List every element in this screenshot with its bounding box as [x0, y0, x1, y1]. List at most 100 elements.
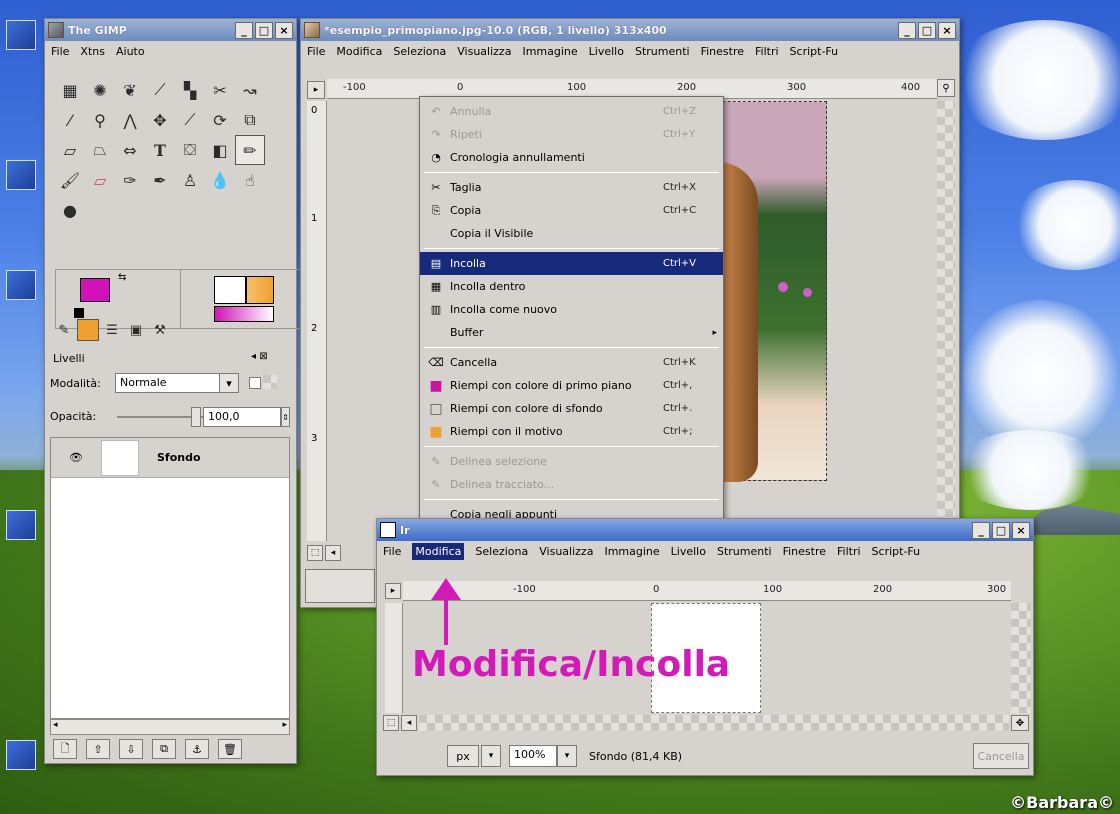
delete-layer-icon[interactable]: 🗑: [218, 739, 242, 759]
menu-filtri[interactable]: Filtri: [837, 545, 861, 558]
menu-immagine[interactable]: Immagine: [522, 45, 577, 58]
menu-item-cronologia-annullamenti[interactable]: ◔ Cronologia annullamenti: [420, 146, 723, 169]
minimize-button[interactable]: _: [972, 521, 990, 539]
menu-file[interactable]: File: [383, 545, 401, 558]
desktop-icon[interactable]: [6, 740, 46, 770]
rect-select-icon[interactable]: ▦: [55, 75, 85, 105]
layer-row[interactable]: 👁 Sfondo: [51, 438, 289, 478]
mode-dropdown[interactable]: Normale: [115, 373, 235, 393]
menu-item-riempi-con-colore-di-primo-piano[interactable]: ■ Riempi con colore di primo piano Ctrl+,: [420, 374, 723, 397]
perspective-icon[interactable]: ⏢: [85, 135, 115, 165]
crop-icon[interactable]: ⟋: [175, 105, 205, 135]
menu-item-ripeti[interactable]: ↷ Ripeti Ctrl+Y: [420, 123, 723, 146]
horizontal-scrollbar[interactable]: [419, 715, 1009, 731]
menu-livello[interactable]: Livello: [671, 545, 706, 558]
menu-item-cancella[interactable]: ⌫ Cancella Ctrl+K: [420, 351, 723, 374]
lasso-icon[interactable]: ❦: [115, 75, 145, 105]
move-icon[interactable]: ✥: [145, 105, 175, 135]
menu-seleziona[interactable]: Seleziona: [393, 45, 446, 58]
menu-script-fu[interactable]: Script-Fu: [872, 545, 921, 558]
unit-dropdown[interactable]: px: [447, 745, 479, 767]
tab-layers-icon[interactable]: [77, 319, 99, 341]
new-layer-icon[interactable]: 🗋: [53, 739, 77, 759]
menu-item-buffer[interactable]: Buffer ▸: [420, 321, 723, 344]
tab-channels-icon[interactable]: ☰: [101, 319, 123, 341]
desktop-icon[interactable]: [6, 20, 46, 50]
zoom-lock-icon[interactable]: ⚲: [937, 79, 955, 97]
menu-item-delinea-tracciato[interactable]: ✎ Delinea tracciato...: [420, 473, 723, 496]
menu-seleziona[interactable]: Seleziona: [475, 545, 528, 558]
anchor-layer-icon[interactable]: ⚓: [185, 739, 209, 759]
chevron-down-icon[interactable]: ▾: [557, 745, 577, 767]
pattern-preview[interactable]: [246, 276, 274, 304]
shear-icon[interactable]: ▱: [55, 135, 85, 165]
menu-item-incolla-dentro[interactable]: ▦ Incolla dentro: [420, 275, 723, 298]
rotate-icon[interactable]: ⟳: [205, 105, 235, 135]
flip-icon[interactable]: ⇔: [115, 135, 145, 165]
close-button[interactable]: ×: [1012, 521, 1030, 539]
menu-item-taglia[interactable]: ✂ Taglia Ctrl+X: [420, 176, 723, 199]
navigate-icon[interactable]: ✥: [1011, 715, 1029, 731]
menu-aiuto[interactable]: Aiuto: [116, 45, 145, 58]
vertical-scrollbar[interactable]: [1011, 603, 1031, 713]
eraser-icon[interactable]: ▱: [85, 165, 115, 195]
menu-strumenti[interactable]: Strumenti: [717, 545, 772, 558]
text-icon[interactable]: T: [145, 135, 175, 165]
clone-icon[interactable]: ♙: [175, 165, 205, 195]
measure-icon[interactable]: ⋀: [115, 105, 145, 135]
toolbox-titlebar[interactable]: The GIMP _ □ ×: [45, 19, 296, 41]
scroll-right-icon[interactable]: ▸: [282, 720, 287, 730]
dodge-burn-icon[interactable]: ●: [55, 195, 85, 225]
maximize-button[interactable]: □: [918, 21, 936, 39]
airbrush-icon[interactable]: ✑: [115, 165, 145, 195]
gradient-preview[interactable]: [214, 306, 274, 322]
desktop-icon[interactable]: [6, 270, 46, 300]
blend-icon[interactable]: ◧: [205, 135, 235, 165]
menu-modifica[interactable]: Modifica: [336, 45, 382, 58]
menu-item-incolla[interactable]: ▤ Incolla Ctrl+V: [420, 252, 723, 275]
raise-layer-icon[interactable]: ⇧: [86, 739, 110, 759]
scroll-left-icon[interactable]: ◂: [401, 715, 417, 731]
tab-tool-options-icon[interactable]: ✎: [53, 319, 75, 341]
color-picker-icon[interactable]: ⁄: [55, 105, 85, 135]
menu-filtri[interactable]: Filtri: [755, 45, 779, 58]
menu-visualizza[interactable]: Visualizza: [539, 545, 593, 558]
image-titlebar[interactable]: *esempio_primopiano.jpg-10.0 (RGB, 1 liv…: [301, 19, 959, 41]
chevron-down-icon[interactable]: ▾: [481, 745, 501, 767]
image-menu-button[interactable]: ▸: [385, 583, 401, 599]
lower-layer-icon[interactable]: ⇩: [119, 739, 143, 759]
opacity-slider-handle[interactable]: [191, 407, 201, 427]
menu-livello[interactable]: Livello: [589, 45, 624, 58]
menu-file[interactable]: File: [307, 45, 325, 58]
ellipse-select-icon[interactable]: ✺: [85, 75, 115, 105]
color-select-icon[interactable]: ▚: [175, 75, 205, 105]
menu-immagine[interactable]: Immagine: [604, 545, 659, 558]
scroll-left-icon[interactable]: ◂: [53, 720, 58, 730]
quickmask-icon[interactable]: ⬚: [307, 545, 323, 561]
menu-strumenti[interactable]: Strumenti: [635, 45, 690, 58]
pencil-icon[interactable]: ✏: [235, 135, 265, 165]
layer-list-scrollbar[interactable]: ◂ ▸: [50, 719, 290, 735]
menu-item-riempi-con-colore-di-sfondo[interactable]: □ Riempi con colore di sfondo Ctrl+.: [420, 397, 723, 420]
magic-wand-icon[interactable]: ⟋: [145, 75, 175, 105]
close-button[interactable]: ×: [938, 21, 956, 39]
menu-modifica[interactable]: Modifica: [412, 542, 465, 560]
tab-undo-icon[interactable]: ⚒: [149, 319, 171, 341]
menu-visualizza[interactable]: Visualizza: [457, 45, 511, 58]
menu-finestre[interactable]: Finestre: [701, 45, 744, 58]
desktop-icon[interactable]: [6, 160, 46, 190]
menu-finestre[interactable]: Finestre: [783, 545, 826, 558]
menu-script-fu[interactable]: Script-Fu: [790, 45, 839, 58]
menu-item-copia-il-visibile[interactable]: Copia il Visibile: [420, 222, 723, 245]
desktop-icon[interactable]: [6, 510, 46, 540]
maximize-button[interactable]: □: [992, 521, 1010, 539]
close-button[interactable]: ×: [275, 21, 293, 39]
scissors-select-icon[interactable]: ✂: [205, 75, 235, 105]
scale-icon[interactable]: ⧉: [235, 105, 265, 135]
menu-xtns[interactable]: Xtns: [80, 45, 105, 58]
panel-menu-icon[interactable]: ◂ ⊠: [251, 351, 268, 362]
default-colors-icon[interactable]: [74, 308, 84, 318]
menu-file[interactable]: File: [51, 45, 69, 58]
menu-item-delinea-selezione[interactable]: ✎ Delinea selezione: [420, 450, 723, 473]
swap-colors-icon[interactable]: ⇆: [118, 272, 126, 283]
